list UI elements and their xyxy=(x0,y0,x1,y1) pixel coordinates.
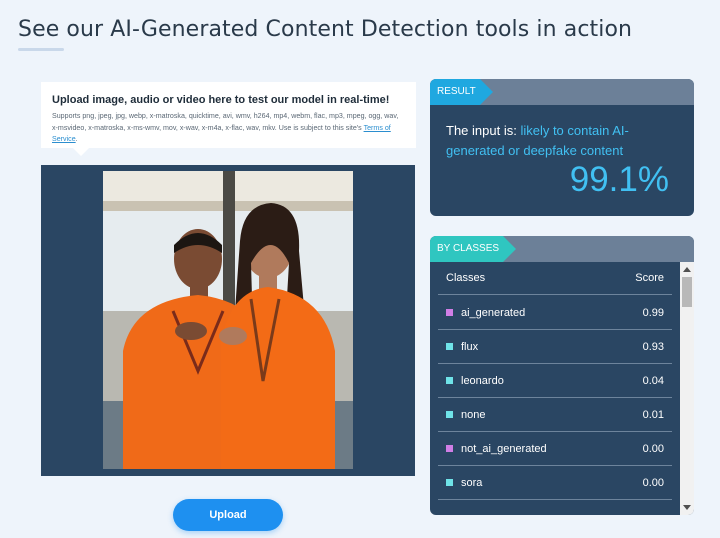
result-tag: RESULT xyxy=(430,79,493,105)
class-score: 0.99 xyxy=(642,306,664,319)
class-name: leonardo xyxy=(461,374,504,387)
result-header: RESULT xyxy=(430,79,694,105)
classes-rows: ai_generated 0.99 flux 0.93 leonardo 0.0… xyxy=(438,296,672,500)
table-row: none 0.01 xyxy=(438,398,672,432)
column-classes: Classes xyxy=(446,272,486,284)
table-row: sora 0.00 xyxy=(438,466,672,500)
class-color-swatch xyxy=(446,411,453,418)
class-name: none xyxy=(461,408,486,421)
result-score: 99.1% xyxy=(569,160,669,199)
class-score: 0.01 xyxy=(642,408,664,421)
table-row: not_ai_generated 0.00 xyxy=(438,432,672,466)
class-name: flux xyxy=(461,340,479,353)
class-score: 0.93 xyxy=(642,340,664,353)
page-title: See our AI-Generated Content Detection t… xyxy=(18,17,633,42)
result-body: The input is: likely to contain AI-gener… xyxy=(430,105,694,161)
result-card: RESULT The input is: likely to contain A… xyxy=(430,79,694,216)
uploaded-image-illustration xyxy=(103,171,353,469)
table-row: flux 0.93 xyxy=(438,330,672,364)
result-statement: The input is: likely to contain AI-gener… xyxy=(446,121,678,161)
table-row: ai_generated 0.99 xyxy=(438,296,672,330)
classes-scrollbar[interactable] xyxy=(680,262,694,515)
table-row: leonardo 0.04 xyxy=(438,364,672,398)
supported-formats-label: Supports png, jpeg, jpg, webp, x-matrosk… xyxy=(52,112,399,132)
class-color-swatch xyxy=(446,479,453,486)
class-score: 0.00 xyxy=(642,476,664,489)
classes-table-header: Classes Score xyxy=(438,262,672,295)
class-score: 0.00 xyxy=(642,442,664,455)
supported-formats-text: Supports png, jpeg, jpg, webp, x-matrosk… xyxy=(52,111,405,146)
class-color-swatch xyxy=(446,445,453,452)
scroll-thumb[interactable] xyxy=(682,277,692,307)
scroll-down-arrow-icon[interactable] xyxy=(683,505,691,510)
class-name: not_ai_generated xyxy=(461,442,547,455)
uploaded-image xyxy=(103,171,353,469)
class-color-swatch xyxy=(446,343,453,350)
classes-card: BY CLASSES Classes Score ai_generated 0.… xyxy=(430,236,694,515)
upload-info-card: Upload image, audio or video here to tes… xyxy=(41,82,416,156)
terms-suffix: . xyxy=(75,135,78,143)
classes-card-header: BY CLASSES xyxy=(430,236,694,262)
classes-tag: BY CLASSES xyxy=(430,236,516,262)
upload-heading: Upload image, audio or video here to tes… xyxy=(52,94,390,106)
upload-button[interactable]: Upload xyxy=(173,499,283,531)
classes-table[interactable]: Classes Score ai_generated 0.99 flux 0.9… xyxy=(430,262,694,515)
scroll-up-arrow-icon[interactable] xyxy=(683,267,691,272)
title-underline xyxy=(18,48,64,51)
column-score: Score xyxy=(635,272,664,284)
class-score: 0.04 xyxy=(642,374,664,387)
image-preview-panel[interactable] xyxy=(41,165,415,476)
class-name: sora xyxy=(461,476,483,489)
class-color-swatch xyxy=(446,309,453,316)
class-name: ai_generated xyxy=(461,306,526,319)
result-prefix: The input is: xyxy=(446,123,521,138)
class-color-swatch xyxy=(446,377,453,384)
